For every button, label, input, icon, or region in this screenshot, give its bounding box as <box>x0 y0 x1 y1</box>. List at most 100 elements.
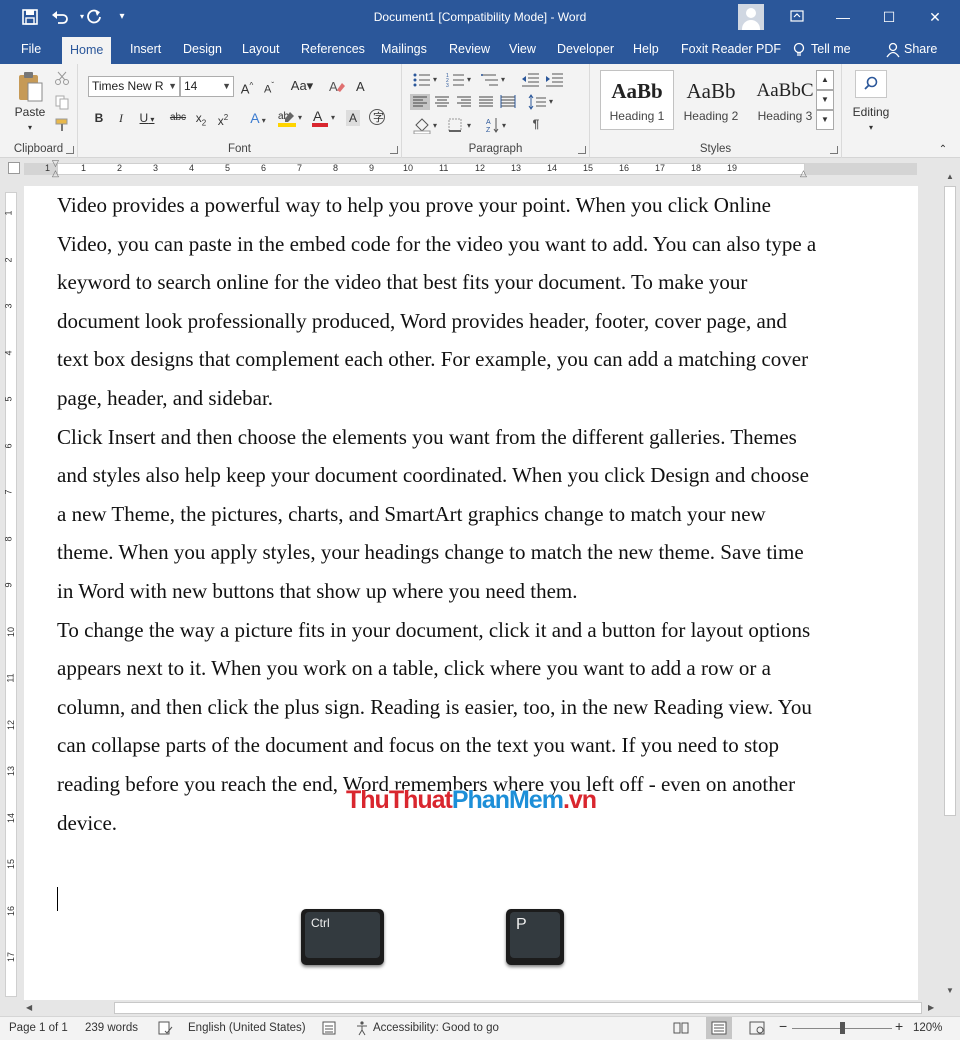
strikethrough-icon[interactable]: abc <box>168 110 188 126</box>
text-effects-icon[interactable]: A ▾ <box>244 110 272 129</box>
proofing-icon[interactable] <box>157 1020 173 1036</box>
scroll-down-arrow-icon[interactable]: ▼ <box>946 986 954 995</box>
character-shading-icon[interactable]: A <box>346 110 360 126</box>
change-case-icon[interactable]: Aa▾ <box>288 78 316 94</box>
collapse-ribbon-icon[interactable]: ⌃ <box>936 142 950 158</box>
zoom-out-button[interactable]: − <box>779 1018 787 1034</box>
style-heading-3[interactable]: AaBbC Heading 3 <box>748 70 822 130</box>
styles-launcher-icon[interactable] <box>830 146 838 154</box>
multilevel-list-icon[interactable]: ▾ <box>480 72 510 88</box>
font-name-box[interactable]: Times New R ▼ <box>88 76 180 97</box>
superscript-icon[interactable]: x2 <box>214 110 232 129</box>
borders-icon[interactable]: ▾ <box>446 116 476 134</box>
shading-icon[interactable]: ▾ <box>412 116 442 134</box>
minimize-button[interactable]: — <box>820 0 866 34</box>
bold-icon[interactable]: B <box>92 110 106 126</box>
accessibility-icon[interactable] <box>354 1020 370 1036</box>
paragraph[interactable]: Video provides a powerful way to help yo… <box>57 186 817 418</box>
maximize-button[interactable]: ☐ <box>866 0 912 34</box>
document-body[interactable]: Video provides a powerful way to help yo… <box>57 186 817 842</box>
decrease-indent-icon[interactable] <box>520 72 540 88</box>
tab-developer[interactable]: Developer <box>557 34 614 64</box>
paragraph-launcher-icon[interactable] <box>578 146 586 154</box>
read-mode-icon[interactable] <box>673 1021 689 1035</box>
web-layout-icon[interactable] <box>749 1021 765 1035</box>
word-count[interactable]: 239 words <box>85 1022 138 1034</box>
scroll-up-arrow-icon[interactable]: ▲ <box>946 172 954 181</box>
align-left-icon[interactable] <box>410 94 430 110</box>
hanging-indent-marker[interactable]: △ <box>52 168 59 179</box>
tell-me-box[interactable]: Tell me <box>792 34 851 64</box>
user-avatar[interactable] <box>738 4 764 30</box>
paragraph[interactable]: Click Insert and then choose the element… <box>57 418 817 611</box>
vertical-ruler[interactable]: 1234567891011121314151617 <box>0 178 22 1000</box>
horizontal-scrollbar[interactable]: ◀ ▶ <box>22 1000 940 1016</box>
tab-review[interactable]: Review <box>449 34 490 64</box>
distributed-icon[interactable] <box>498 94 518 110</box>
ribbon-display-icon[interactable] <box>774 0 820 34</box>
tab-selector-icon[interactable] <box>8 162 20 174</box>
font-color-icon[interactable]: A▾ <box>310 108 340 128</box>
tab-foxit-reader-pdf[interactable]: Foxit Reader PDF <box>681 34 781 64</box>
accessibility-status[interactable]: Accessibility: Good to go <box>373 1022 499 1034</box>
print-layout-icon[interactable] <box>706 1017 732 1039</box>
paste-button[interactable]: Paste ▾ <box>10 70 50 132</box>
style-heading-2[interactable]: AaBb Heading 2 <box>674 70 748 130</box>
tab-references[interactable]: References <box>301 34 365 64</box>
tab-file[interactable]: File <box>21 34 41 64</box>
tab-insert[interactable]: Insert <box>130 34 161 64</box>
zoom-level[interactable]: 120% <box>913 1022 942 1034</box>
tab-help[interactable]: Help <box>633 34 659 64</box>
page-count[interactable]: Page 1 of 1 <box>9 1022 68 1034</box>
highlight-icon[interactable]: ab▾ <box>276 108 306 128</box>
align-center-icon[interactable] <box>432 94 452 110</box>
vertical-scrollbar[interactable]: ▲ ▼ <box>942 170 958 1000</box>
right-indent-marker[interactable]: △ <box>800 168 807 179</box>
language-indicator[interactable]: English (United States) <box>188 1022 306 1034</box>
tab-design[interactable]: Design <box>183 34 222 64</box>
styles-more-icon[interactable]: ▼ <box>816 110 834 130</box>
format-painter-icon[interactable] <box>54 117 70 133</box>
tab-home[interactable]: Home <box>62 37 111 64</box>
enclose-characters-icon[interactable]: 字 <box>368 108 386 126</box>
underline-icon[interactable]: U ▾ <box>136 110 158 128</box>
justify-icon[interactable] <box>476 94 496 110</box>
editing-group[interactable]: Editing ▾ <box>842 64 900 158</box>
document-page[interactable]: Video provides a powerful way to help yo… <box>24 186 918 1000</box>
show-formatting-marks-icon[interactable]: ¶ <box>528 116 544 132</box>
clear-formatting-icon[interactable]: A <box>328 78 348 94</box>
text-effects-small-icon[interactable]: A <box>354 78 374 94</box>
italic-icon[interactable]: I <box>114 110 128 126</box>
styles-scroll-up-icon[interactable]: ▲ <box>816 70 834 90</box>
numbering-icon[interactable]: 123▾ <box>446 72 476 88</box>
align-right-icon[interactable] <box>454 94 474 110</box>
scroll-right-arrow-icon[interactable]: ▶ <box>928 1003 934 1012</box>
sort-icon[interactable]: AZ▾ <box>486 116 516 134</box>
shrink-font-icon[interactable]: Aˇ <box>260 78 278 98</box>
style-heading-1[interactable]: AaBb Heading 1 <box>600 70 674 130</box>
cut-icon[interactable] <box>54 70 70 86</box>
zoom-in-button[interactable]: + <box>895 1018 903 1034</box>
share-button[interactable]: Share <box>886 34 937 64</box>
subscript-icon[interactable]: x2 <box>192 110 210 131</box>
tab-view[interactable]: View <box>509 34 536 64</box>
bullets-icon[interactable]: ▾ <box>412 72 442 88</box>
close-button[interactable]: ✕ <box>912 0 958 34</box>
macro-icon[interactable] <box>322 1021 336 1035</box>
tab-layout[interactable]: Layout <box>242 34 280 64</box>
clipboard-launcher-icon[interactable] <box>66 146 74 154</box>
copy-icon[interactable] <box>54 94 70 110</box>
font-launcher-icon[interactable] <box>390 146 398 154</box>
horizontal-ruler[interactable]: 2112345678910111213141516171819 ▽ △ △ <box>0 158 960 178</box>
grow-font-icon[interactable]: A^ <box>238 78 256 97</box>
horizontal-scroll-thumb[interactable] <box>114 1002 922 1014</box>
scroll-left-arrow-icon[interactable]: ◀ <box>26 1003 32 1012</box>
font-size-box[interactable]: 14 ▼ <box>180 76 234 97</box>
line-spacing-icon[interactable]: ▾ <box>528 94 558 110</box>
vertical-scroll-thumb[interactable] <box>944 186 956 816</box>
styles-scroll-down-icon[interactable]: ▼ <box>816 90 834 110</box>
tab-mailings[interactable]: Mailings <box>381 34 427 64</box>
increase-indent-icon[interactable] <box>544 72 564 88</box>
font-size-dropdown-icon[interactable]: ▼ <box>222 77 231 96</box>
font-name-dropdown-icon[interactable]: ▼ <box>168 77 177 96</box>
